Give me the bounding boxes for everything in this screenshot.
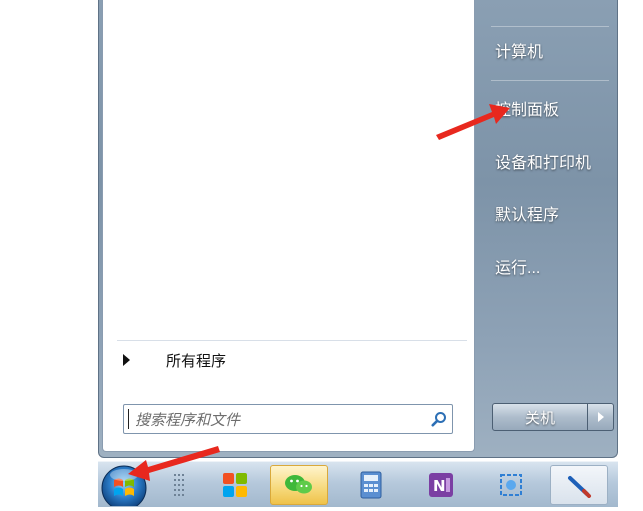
- screenshot-tool-icon[interactable]: [482, 465, 540, 505]
- all-programs-label: 所有程序: [166, 352, 227, 370]
- triangle-right-icon: [123, 354, 130, 366]
- separator: [491, 80, 609, 81]
- run-menu-item[interactable]: 运行...: [495, 251, 540, 281]
- start-button[interactable]: [100, 462, 156, 511]
- start-menu: 所有程序 搜索程序和文件 计算机 控制面板 设备和打印机 默认程序 运行... …: [98, 0, 618, 458]
- start-orb-icon: [101, 465, 147, 511]
- shutdown-options-button[interactable]: [588, 403, 614, 431]
- start-menu-right-pane: 计算机 控制面板 设备和打印机 默认程序 运行...: [479, 0, 617, 400]
- colorful-tiles-app-icon[interactable]: [206, 465, 264, 505]
- text-cursor: [128, 409, 129, 429]
- default-programs-menu-item[interactable]: 默认程序: [495, 198, 559, 228]
- pen-tool-icon[interactable]: [550, 465, 608, 505]
- search-placeholder: 搜索程序和文件: [135, 411, 241, 429]
- devices-printers-menu-item[interactable]: 设备和打印机: [495, 146, 591, 176]
- search-input[interactable]: 搜索程序和文件: [123, 404, 453, 434]
- onenote-icon[interactable]: N: [412, 465, 470, 505]
- computer-menu-item[interactable]: 计算机: [495, 35, 543, 65]
- search-icon[interactable]: [426, 406, 452, 432]
- control-panel-menu-item[interactable]: 控制面板: [495, 93, 559, 123]
- grid-handle-icon: [168, 465, 190, 505]
- all-programs-button[interactable]: 所有程序: [117, 340, 467, 379]
- taskbar: N: [98, 461, 618, 507]
- separator: [491, 26, 609, 27]
- svg-text:N: N: [433, 477, 446, 495]
- calculator-icon[interactable]: [342, 465, 400, 505]
- wechat-icon[interactable]: [270, 465, 328, 505]
- shutdown-button[interactable]: 关机: [492, 403, 588, 431]
- start-menu-left-pane: 所有程序 搜索程序和文件: [102, 0, 475, 452]
- chevron-right-icon: [597, 412, 604, 422]
- pinned-programs-list: [103, 0, 474, 330]
